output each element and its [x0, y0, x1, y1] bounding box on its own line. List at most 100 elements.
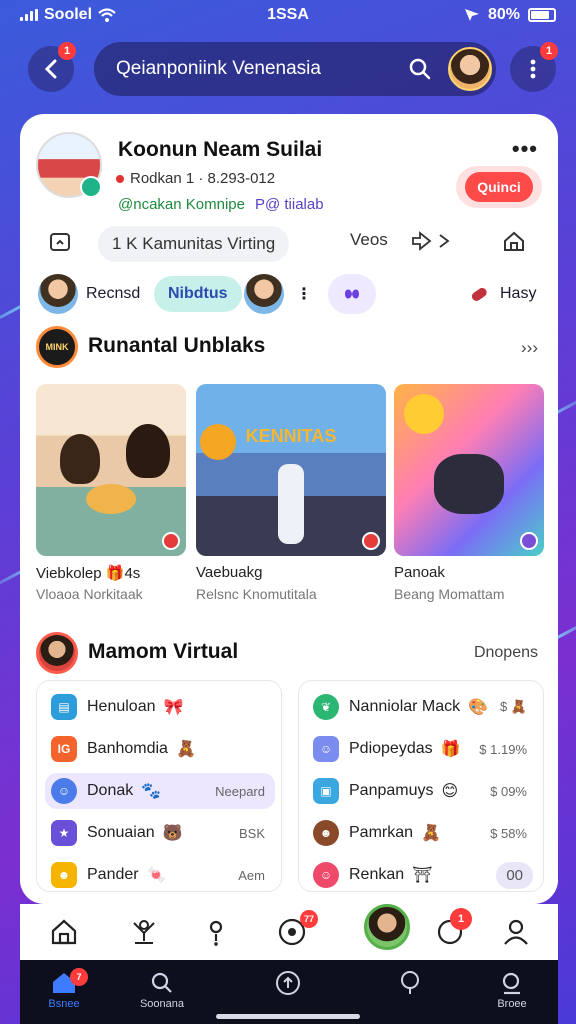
star-icon: ★	[51, 820, 77, 846]
list-item[interactable]: ★ Sonuaian 🐻 BSK	[45, 815, 275, 851]
profile-icon[interactable]	[500, 916, 532, 948]
menu-button[interactable]: 1	[510, 42, 558, 92]
figure-icon	[133, 920, 155, 944]
center-avatar[interactable]	[364, 904, 410, 950]
chip-more-icon[interactable]: ⋮	[296, 276, 312, 312]
vertical-dots-icon	[530, 59, 536, 79]
open-all-button[interactable]: Dnopens	[474, 644, 538, 662]
media-title: Vaebuakg	[196, 564, 263, 581]
back-button[interactable]: 1	[28, 42, 76, 92]
community-tab-pill[interactable]: 1 K Kamunitas Virting	[98, 226, 290, 262]
image-icon: ▣	[313, 778, 339, 804]
tab-home[interactable]: 7 Bsnee	[24, 968, 104, 1010]
media-title: Viebkolep 🎁4s	[36, 565, 141, 582]
search-profile-icon	[502, 972, 520, 995]
list-item-meta: Aem	[238, 867, 265, 883]
play-icon	[520, 532, 538, 550]
nav-row: 1 K Kamunitas Virting Veos	[20, 222, 558, 266]
media-thumbnail	[36, 384, 186, 556]
chip-recent[interactable]: Recnsd	[86, 276, 140, 312]
bear-icon: 🧸	[175, 741, 196, 758]
videos-tab[interactable]: Veos	[350, 230, 388, 250]
list-item[interactable]: ☻ Pander 🍬 Aem	[45, 857, 275, 893]
see-more-button[interactable]: ›››	[521, 338, 538, 358]
media-card[interactable]: Panoak Beang Momattam	[394, 384, 544, 602]
tab-upload[interactable]	[248, 968, 328, 998]
battery-icon	[528, 8, 556, 22]
tab-profile[interactable]: Broee	[472, 968, 552, 1010]
list-item-meta: BSK	[238, 825, 265, 841]
chip-toggle[interactable]	[328, 274, 376, 314]
disc-icon[interactable]: 77	[276, 910, 318, 948]
chip-active[interactable]: Nibdtus	[154, 276, 242, 312]
tagline-primary[interactable]: @ncakan Komnipe	[118, 196, 245, 213]
person-raise-icon[interactable]	[128, 916, 160, 948]
home-nav-button[interactable]	[48, 230, 72, 254]
media-thumbnail: KENNITAS	[196, 384, 386, 556]
heart-face-icon: ☺	[313, 862, 339, 888]
gate-icon: ⛩	[412, 867, 433, 884]
media-card[interactable]: KENNITAS Vaebuakg Relsnc Knomutitala	[196, 384, 386, 602]
search-text: Qeianponiink Venenasia	[116, 58, 321, 79]
section-header-2: Mamom Virtual Dnopens	[36, 632, 542, 676]
list-item[interactable]: ☺ Renkan ⛩ 00	[307, 857, 537, 893]
pin-icon[interactable]	[200, 916, 232, 948]
chevron-left-icon	[44, 59, 57, 79]
tab-search-label: Soonana	[139, 998, 185, 1010]
list-item-pill[interactable]: 00	[496, 861, 533, 889]
home-icon[interactable]	[48, 916, 80, 948]
more-options-icon[interactable]: •••	[512, 136, 538, 162]
home-indicator[interactable]	[216, 1014, 360, 1019]
community-card: Koonun Neam Suilai Rodkan 1 · 8.293-012 …	[20, 114, 558, 904]
disc-badge: 77	[299, 910, 318, 928]
chat-icon[interactable]: 1	[434, 908, 472, 948]
location-pin-icon	[209, 920, 223, 946]
home-outline-icon	[50, 233, 70, 251]
bear-icon: 🐻	[162, 825, 183, 842]
community-avatar[interactable]	[36, 132, 102, 198]
list-item-label: Pamrkan	[349, 824, 414, 841]
status-bar: Soolel 1SSA 80%	[0, 0, 576, 34]
tab-notifications[interactable]	[370, 968, 450, 998]
tab-home-label: Bsnee	[48, 998, 80, 1010]
media-card[interactable]: Viebkolep 🎁4s Vloaoa Norkitaak	[36, 384, 186, 602]
join-button[interactable]: Quinci	[456, 166, 542, 208]
tab-search[interactable]: Soonana	[122, 968, 202, 1010]
user-icon	[504, 919, 528, 945]
list-item[interactable]: IG Banhomdia 🧸	[45, 731, 275, 767]
media-subtitle: Vloaoa Norkitaak	[36, 586, 143, 602]
chat-badge: 1	[450, 908, 472, 930]
home-badge: 7	[70, 968, 88, 986]
list-item[interactable]: ☻ Pamrkan 🧸 $ 58%	[307, 815, 537, 851]
chip-avatar-2[interactable]	[244, 274, 284, 314]
tab-profile-label: Broee	[497, 998, 527, 1010]
chip-avatar[interactable]	[38, 274, 78, 314]
community-home-button[interactable]	[502, 230, 526, 254]
list-item-highlighted[interactable]: ☺ Donak 🐾 Neepard	[45, 773, 275, 809]
community-name: Koonun Neam Suilai	[118, 138, 323, 161]
paw-icon: 🐾	[141, 783, 162, 800]
list-item[interactable]: ▤ Henuloan 🎀	[45, 689, 275, 725]
list-item-label: Donak	[87, 782, 134, 799]
chip-easy[interactable]: Hasy	[468, 276, 536, 312]
location-icon	[464, 9, 479, 21]
ribbon-icon: 🎀	[163, 699, 184, 716]
user-avatar[interactable]	[448, 47, 492, 91]
search-icon[interactable]	[408, 57, 432, 81]
person-icon: ☺	[51, 778, 77, 804]
upload-icon	[276, 971, 300, 995]
status-right: 80%	[464, 6, 556, 24]
community-meta: Rodkan 1 · 8.293-012	[116, 170, 275, 187]
search-bar[interactable]: Qeianponiink Venenasia	[94, 42, 496, 96]
community-tagline: @ncakan Komnipe P@ tiialab	[118, 196, 324, 213]
action-icon-row: 77 1	[20, 904, 558, 960]
share-button[interactable]	[410, 230, 454, 252]
section-title-1: Runantal Unblaks	[88, 334, 266, 357]
list-item[interactable]: ❦ Nanniolar Mack 🎨 $ 🧸	[307, 689, 537, 725]
bear-icon: 🧸	[421, 825, 441, 842]
list-item[interactable]: ▣ Panpamuys 😊 $ 09%	[307, 773, 537, 809]
filter-chips: Recnsd Nibdtus ⋮ Hasy	[20, 270, 558, 316]
menu-badge: 1	[540, 42, 558, 60]
list-item[interactable]: ☺ Pdiopeydas 🎁 $ 1.19%	[307, 731, 537, 767]
tagline-secondary[interactable]: P@ tiialab	[255, 196, 324, 213]
